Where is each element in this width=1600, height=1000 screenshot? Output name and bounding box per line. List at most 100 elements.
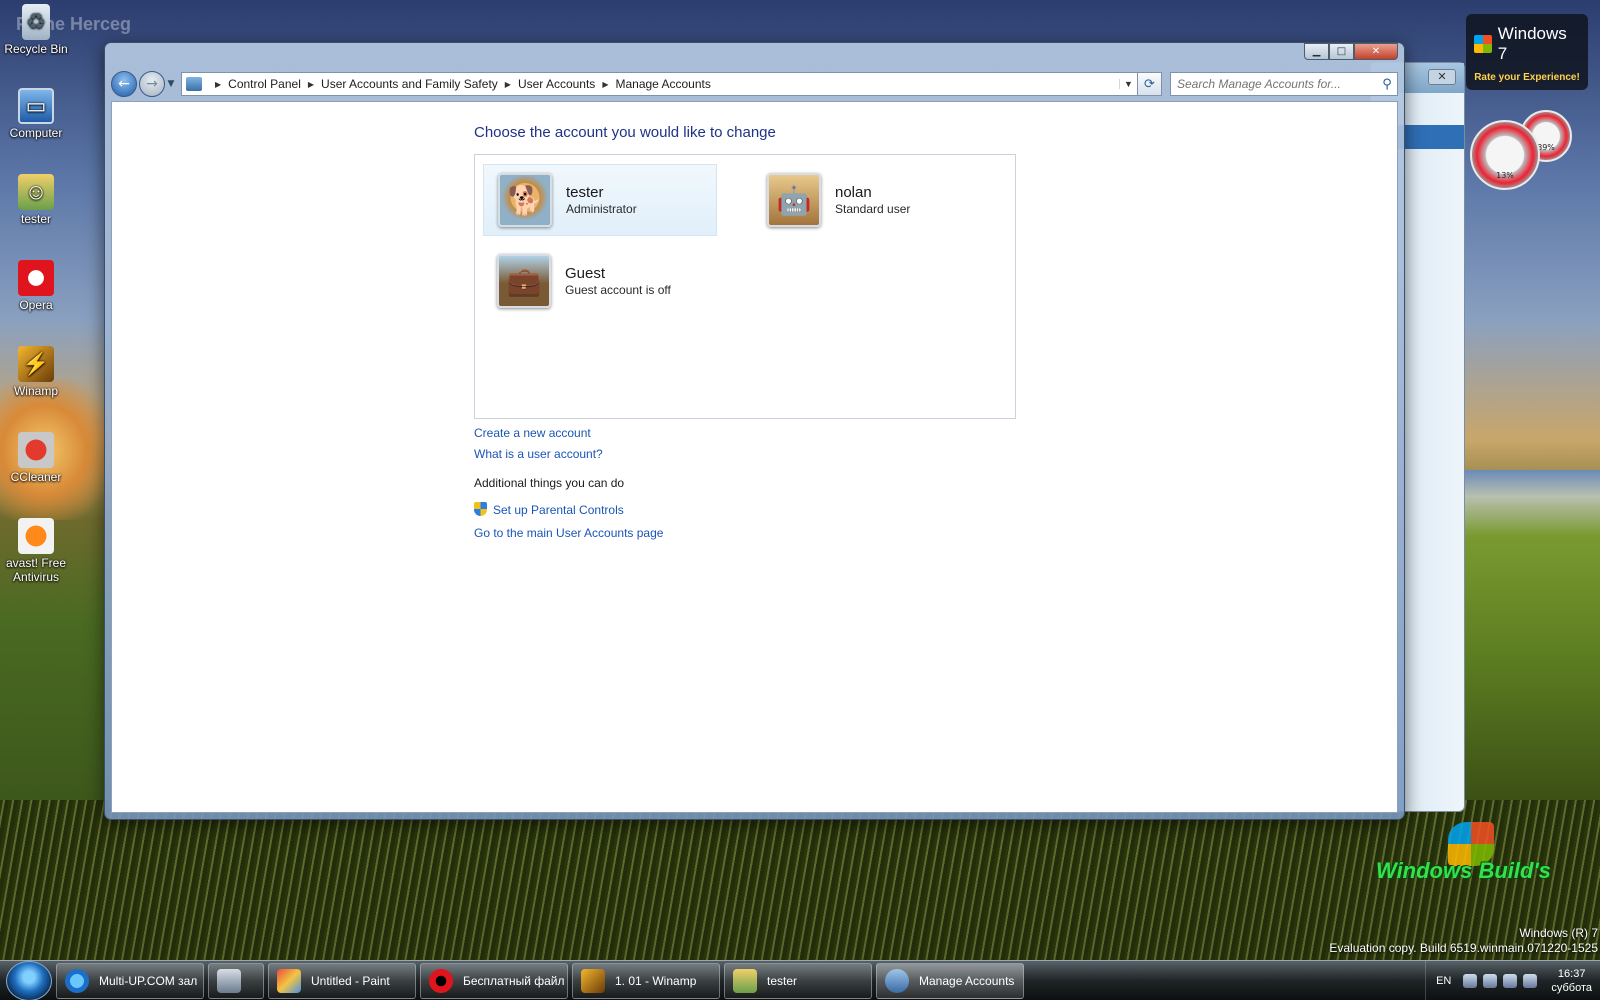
dog-avatar-icon: 🐕 — [498, 173, 552, 227]
desktop-icon-recycle-bin[interactable]: ♻ Recycle Bin — [2, 4, 70, 56]
breadcrumb-separator[interactable]: ▶ — [308, 80, 314, 89]
taskbar-button-label: Multi-UP.COM зал — [99, 973, 198, 988]
winamp-icon: ⚡ — [18, 346, 54, 382]
accounts-list: 🐕 tester Administrator 🤖 nolan Standard … — [474, 154, 1016, 419]
clock[interactable]: 16:37 суббота — [1551, 967, 1592, 995]
address-dropdown-icon[interactable]: ▼ — [1119, 79, 1137, 89]
build-line-1: Windows (R) 7 — [1519, 926, 1598, 940]
desktop-icon-avast[interactable]: avast! Free Antivirus — [2, 518, 70, 584]
desktop-icon-label: Recycle Bin — [4, 42, 68, 56]
additional-things-heading: Additional things you can do — [474, 476, 625, 490]
taskbar-button-label: Manage Accounts — [919, 973, 1015, 988]
cpu-meter-gadget[interactable]: 13% — [1470, 120, 1540, 190]
account-tile-tester[interactable]: 🐕 tester Administrator — [483, 164, 717, 236]
close-icon[interactable]: ✕ — [1428, 69, 1456, 85]
taskbar-button-label: tester — [767, 973, 798, 988]
breadcrumb-separator[interactable]: ▶ — [505, 80, 511, 89]
internet-explorer-icon — [65, 968, 89, 993]
paint-icon — [277, 968, 301, 993]
breadcrumb-manage-accounts[interactable]: Manage Accounts — [615, 77, 710, 91]
close-button[interactable]: ✕ — [1354, 43, 1398, 60]
breadcrumb-control-panel[interactable]: Control Panel — [228, 77, 301, 91]
desktop-icon-label: Computer — [9, 126, 63, 140]
avast-icon — [18, 518, 54, 554]
minimize-button[interactable]: ▁ — [1304, 43, 1329, 60]
account-role: Standard user — [835, 202, 911, 216]
navigation-bar: ← → ▼ ▶ Control Panel ▶ User Accounts an… — [111, 69, 1398, 99]
desktop-icon-tester[interactable]: ☺ tester — [2, 174, 70, 226]
opera-icon — [18, 260, 54, 296]
winamp-icon — [581, 968, 605, 993]
parental-controls-label: Set up Parental Controls — [493, 503, 624, 517]
gadget-title: Windows 7 — [1497, 24, 1567, 63]
search-icon[interactable]: ⚲ — [1377, 77, 1397, 92]
taskbar-button-tester[interactable]: tester — [724, 962, 872, 999]
account-name: tester — [566, 184, 604, 201]
taskbar-button-label: Untitled - Paint — [311, 973, 390, 988]
taskbar-button-label: 1. 01 - Winamp — [615, 973, 697, 988]
account-role: Guest account is off — [565, 283, 671, 297]
taskbar-button-ie[interactable]: Multi-UP.COM зал — [56, 962, 204, 999]
clock-day: суббота — [1551, 981, 1592, 994]
breadcrumb-user-accounts[interactable]: User Accounts — [518, 77, 595, 91]
recent-pages-dropdown[interactable]: ▼ — [165, 79, 177, 89]
taskbar-button-paint[interactable]: Untitled - Paint — [268, 962, 416, 999]
network-icon[interactable] — [1503, 973, 1518, 988]
desktop-icon-winamp[interactable]: ⚡ Winamp — [2, 346, 70, 398]
desktop-icon-label: avast! Free Antivirus — [5, 556, 67, 584]
robot-avatar-icon: 🤖 — [767, 173, 821, 227]
desktop-icon-label: tester — [20, 212, 51, 226]
suitcase-avatar-icon: 💼 — [497, 254, 551, 308]
taskbar: Multi-UP.COM зал Untitled - Paint Беспла… — [0, 960, 1600, 1000]
build-line-2: Evaluation copy. Build 6519.winmain.0712… — [1329, 941, 1598, 955]
main-user-accounts-link[interactable]: Go to the main User Accounts page — [474, 526, 663, 540]
shield-icon — [474, 502, 487, 516]
desktop-icon-computer[interactable]: ▭ Computer — [2, 88, 70, 140]
desktop-icon-opera[interactable]: Opera — [2, 260, 70, 312]
gadget-subtitle: Rate your Experience! — [1474, 72, 1580, 83]
clock-time: 16:37 — [1557, 967, 1586, 980]
breadcrumb-separator[interactable]: ▶ — [215, 80, 221, 89]
forward-button[interactable]: → — [139, 71, 165, 97]
avast-tray-icon[interactable] — [1483, 973, 1498, 988]
windows-builds-logo: Windows Build's — [1376, 858, 1551, 883]
user-folder-icon — [733, 968, 757, 993]
build-watermark: Windows (R) 7 Evaluation copy. Build 651… — [1329, 926, 1598, 956]
maximize-button[interactable]: □ — [1329, 43, 1354, 60]
windows-flag-icon — [1474, 35, 1492, 53]
breadcrumb-separator[interactable]: ▶ — [602, 80, 608, 89]
user-accounts-icon — [885, 968, 909, 993]
start-button[interactable] — [6, 960, 52, 1000]
desktop-icon-label: Winamp — [13, 384, 58, 398]
search-box[interactable]: ⚲ — [1170, 72, 1398, 96]
search-input[interactable] — [1171, 74, 1377, 94]
caption-buttons: ▁ □ ✕ — [1304, 43, 1398, 60]
taskbar-button-winamp[interactable]: 1. 01 - Winamp — [572, 962, 720, 999]
account-name: nolan — [835, 184, 872, 201]
taskbar-button-opera[interactable]: Бесплатный файл — [420, 962, 568, 999]
manage-accounts-window[interactable]: ▁ □ ✕ ← → ▼ ▶ Control Panel ▶ User Accou… — [104, 42, 1405, 820]
breadcrumb-user-accounts-family-safety[interactable]: User Accounts and Family Safety — [321, 77, 498, 91]
control-panel-icon — [186, 77, 202, 91]
desktop-icon-ccleaner[interactable]: CCleaner — [2, 432, 70, 484]
address-bar[interactable]: ▶ Control Panel ▶ User Accounts and Fami… — [181, 72, 1138, 96]
create-account-link[interactable]: Create a new account — [474, 426, 591, 440]
account-tile-nolan[interactable]: 🤖 nolan Standard user — [753, 164, 987, 236]
what-is-account-link[interactable]: What is a user account? — [474, 447, 603, 461]
taskbar-button-document[interactable] — [208, 962, 264, 999]
show-hidden-icons-icon[interactable] — [1463, 973, 1478, 988]
page-title: Choose the account you would like to cha… — [474, 124, 776, 141]
recycle-bin-icon: ♻ — [22, 4, 50, 40]
refresh-button[interactable]: ⟳ — [1138, 72, 1162, 96]
parental-controls-link[interactable]: Set up Parental Controls — [474, 502, 624, 517]
taskbar-button-label: Бесплатный файл — [463, 973, 565, 988]
taskbar-button-manage-accounts[interactable]: Manage Accounts — [876, 962, 1024, 999]
language-indicator[interactable]: EN — [1436, 975, 1451, 987]
windows7-gadget[interactable]: Windows 7 Rate your Experience! — [1466, 14, 1588, 90]
desktop-icon-label: Opera — [19, 298, 53, 312]
computer-icon: ▭ — [18, 88, 54, 124]
volume-icon[interactable] — [1523, 973, 1538, 988]
account-tile-guest[interactable]: 💼 Guest Guest account is off — [483, 245, 717, 317]
back-button[interactable]: ← — [111, 71, 137, 97]
account-role: Administrator — [566, 202, 637, 216]
